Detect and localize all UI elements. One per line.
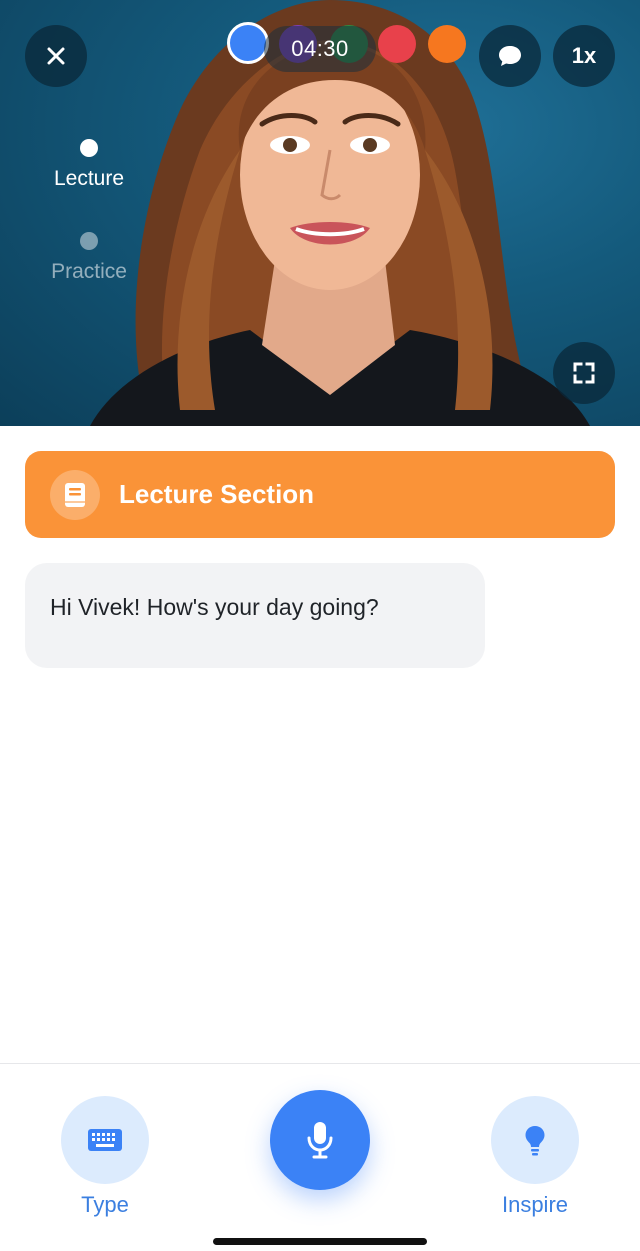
tutor-video: 04:30 1x Lecture Practice [0, 0, 640, 426]
inspire-button-circle[interactable] [491, 1096, 579, 1184]
inspire-label: Inspire [501, 1192, 569, 1217]
fullscreen-button[interactable] [553, 342, 615, 404]
step-indicator-active [80, 139, 98, 157]
progress-dot-blue [227, 22, 269, 64]
fullscreen-icon [573, 362, 595, 384]
type-button-circle[interactable] [61, 1096, 149, 1184]
step-indicator-inactive [80, 232, 98, 250]
message-text: Hi Vivek! How's your day going? [50, 594, 379, 620]
book-icon-wrap [50, 469, 100, 520]
progress-dot-red [378, 25, 416, 63]
progress-dot-orange [428, 25, 466, 63]
home-indicator [213, 1238, 427, 1245]
step-label: Practice [51, 260, 127, 283]
section-title: Lecture Section [119, 479, 315, 509]
step-lecture[interactable]: Lecture [19, 139, 159, 191]
lecture-section-banner: Lecture Section [25, 451, 615, 538]
book-icon [65, 482, 85, 507]
type-button[interactable]: Type [60, 1096, 150, 1218]
tutor-message-bubble: Hi Vivek! How's your day going? A [25, 563, 485, 1190]
inspire-button[interactable]: Inspire [490, 1096, 580, 1218]
close-icon [47, 47, 65, 65]
session-timer: 04:30 [264, 26, 376, 72]
microphone-icon [307, 1122, 333, 1159]
microphone-button[interactable] [270, 1090, 370, 1190]
step-label: Lecture [53, 167, 125, 190]
playback-speed-button[interactable]: 1x [553, 25, 615, 87]
chat-button[interactable] [479, 25, 541, 87]
chat-bubble-icon [499, 46, 521, 66]
keyboard-icon [88, 1129, 122, 1151]
step-practice[interactable]: Practice [19, 232, 159, 284]
bottom-action-bar: Type Inspire [0, 1063, 640, 1251]
type-label: Type [81, 1192, 129, 1217]
lightbulb-icon [525, 1126, 545, 1156]
close-button[interactable] [25, 25, 87, 87]
